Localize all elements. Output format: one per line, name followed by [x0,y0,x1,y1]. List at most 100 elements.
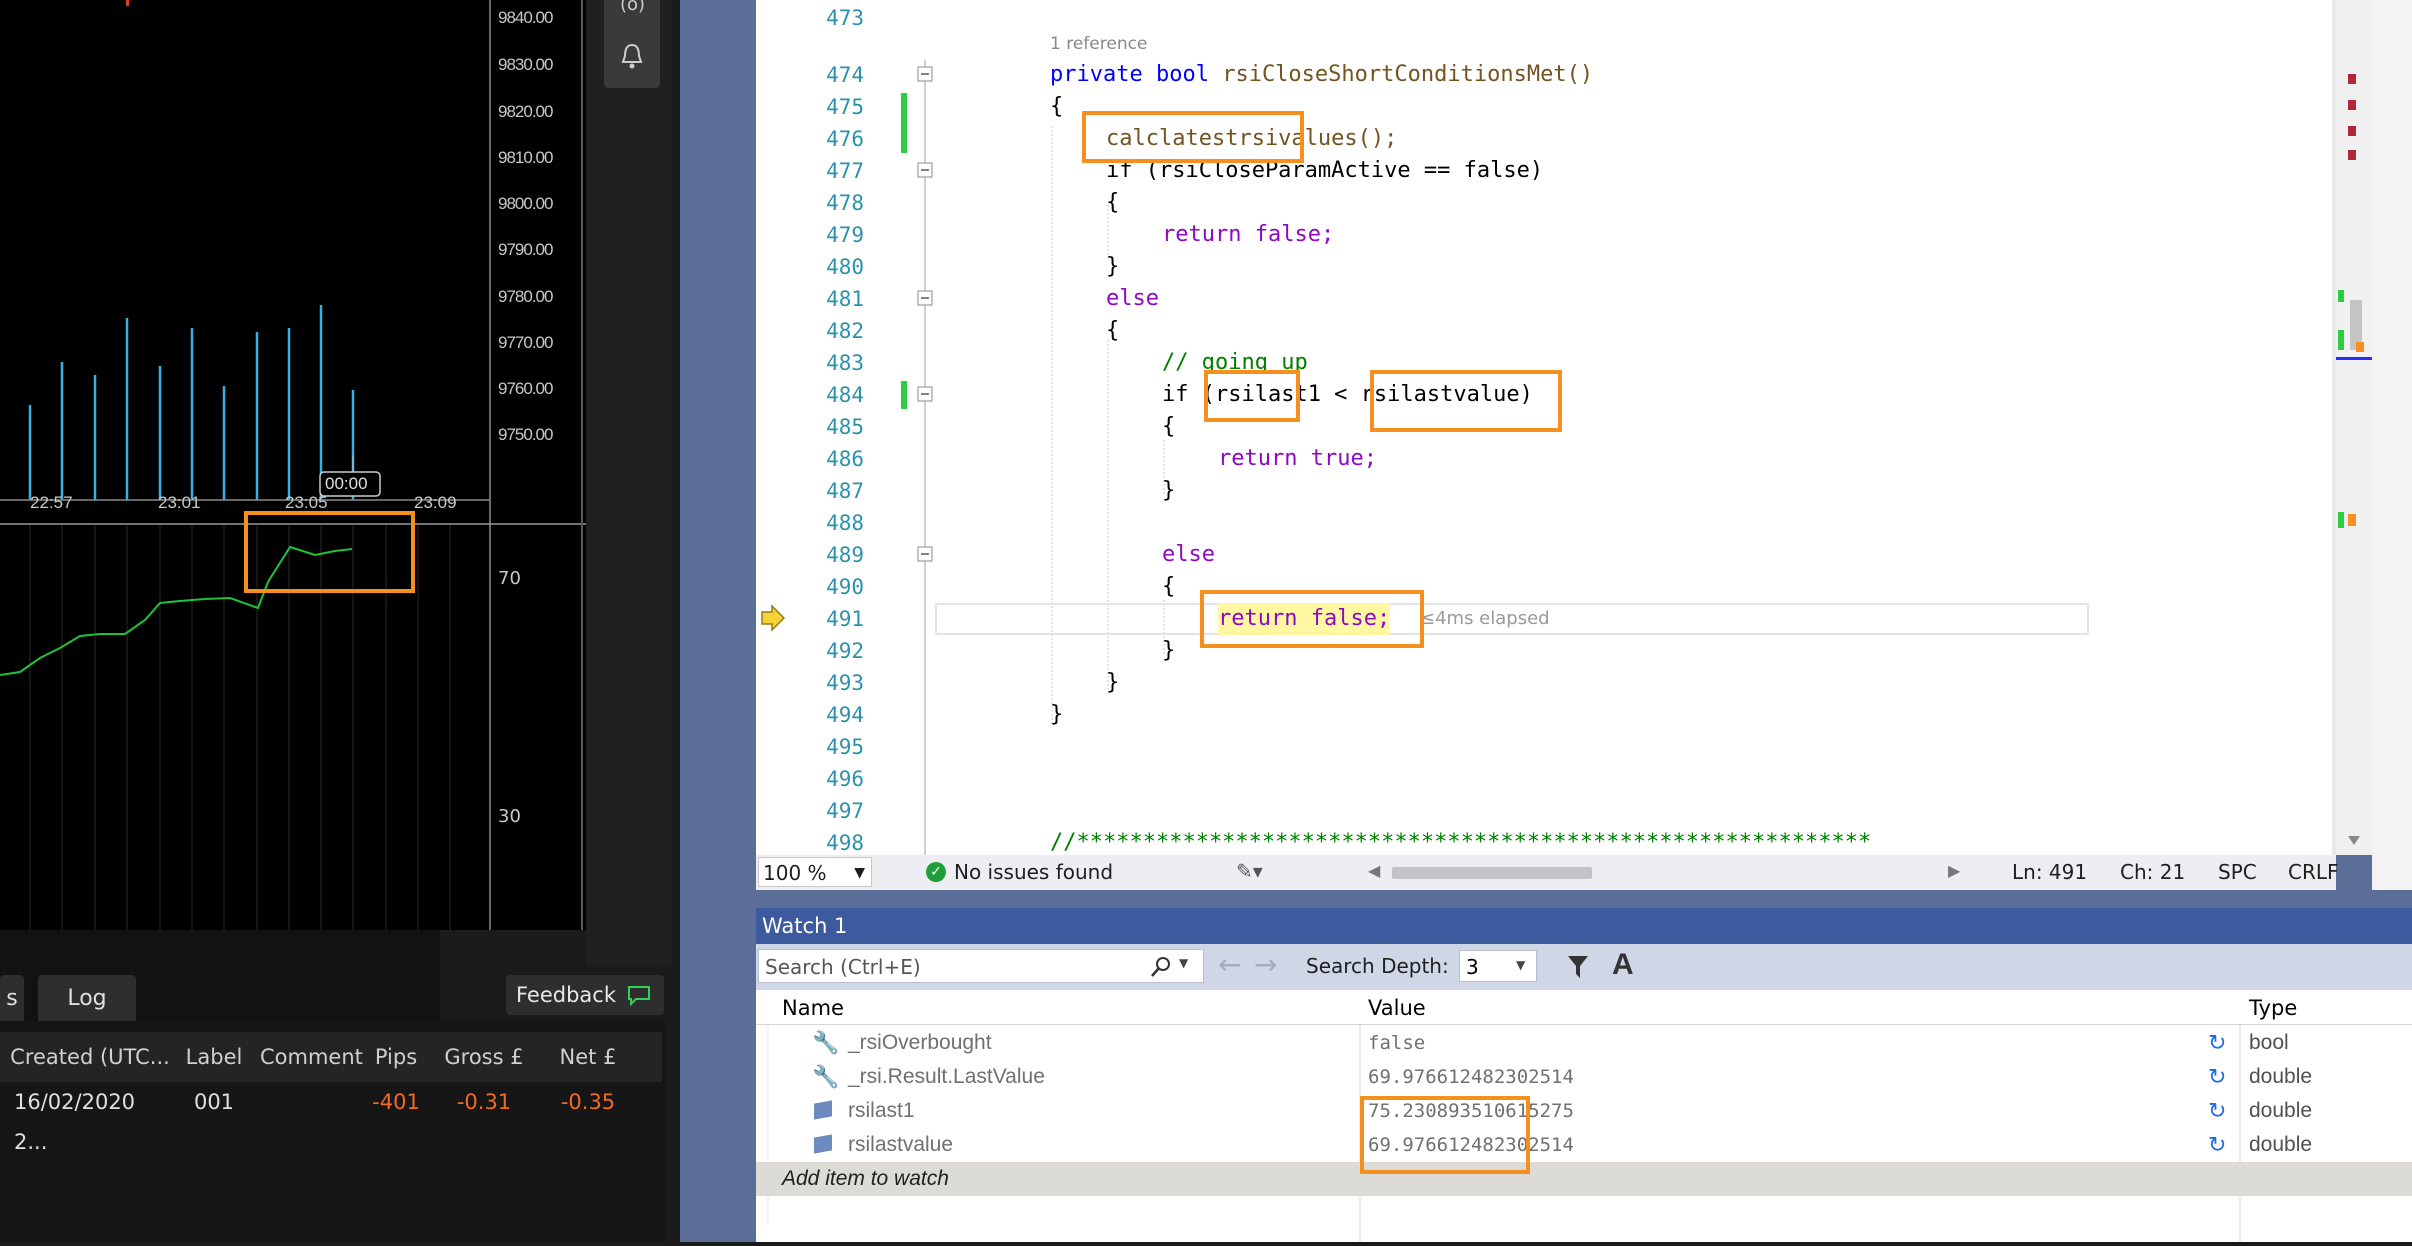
issues-status[interactable]: No issues found [954,860,1113,884]
highlight-calc-call [1082,111,1304,163]
watch-title-text: Watch 1 [762,914,848,938]
watch-toolbar: Search (Ctrl+E) ▼ ← → Search Depth: 3 ▼ … [756,944,2412,990]
highlight-rsilastvalue [1370,370,1562,432]
price-chart[interactable]: 9840.00 9830.00 9820.00 9810.00 9800.00 … [0,0,586,930]
code-line-479: return false; [1162,222,1335,247]
feedback-button[interactable]: Feedback [506,975,664,1015]
watch-row-type: double [2249,1065,2313,1088]
column-indicator: Ch: 21 [2120,860,2186,884]
watch-window-title[interactable]: Watch 1 [756,908,2412,944]
price-tick: 9810.00 [498,148,553,167]
whitespace-indicator[interactable]: SPC [2218,860,2257,884]
search-icon[interactable] [1149,955,1173,979]
scroll-overview[interactable] [2336,0,2372,855]
column-header[interactable]: Pips [366,1032,426,1082]
codelens-references[interactable]: 1 reference [1050,34,1147,54]
settings-icon[interactable]: (o) [620,0,645,15]
watch-header: Name Value Type [756,992,2412,1025]
refresh-icon[interactable]: ↻ [2208,1032,2230,1054]
search-placeholder: Search (Ctrl+E) [765,955,921,979]
scroll-right-icon[interactable]: ▶ [1948,861,1960,880]
comment-cell [260,1082,358,1122]
solution-panel-edge [2372,0,2412,890]
search-depth-dropdown[interactable]: 3 ▼ [1459,950,1537,982]
wrench-icon: 🔧 [812,1064,840,1089]
font-icon[interactable]: A [1612,948,1634,982]
gross-cell: -0.31 [456,1090,512,1114]
field-icon [814,1100,832,1120]
time-tick: 23:05 [285,493,328,512]
editor-status-bar: 100 % ▼ ✓ No issues found ✎▾ ◀ ▶ Ln: 491… [756,855,2339,890]
method-signature: rsiCloseShortConditionsMet() [1222,62,1594,87]
filter-icon[interactable] [1566,954,1590,980]
watch-row-value[interactable]: false [1368,1026,1425,1060]
column-header-name[interactable]: Name [782,992,844,1024]
watch-row[interactable]: 🔧 _rsiOverbought false ↻ bool [756,1026,2412,1060]
horizontal-scrollbar-thumb[interactable] [1392,867,1592,879]
price-tick: 9800.00 [498,194,553,213]
watch-row-name: _rsi.Result.LastValue [848,1065,1045,1088]
chevron-down-icon[interactable]: ▼ [1179,956,1188,970]
column-header[interactable]: Net £ [540,1032,636,1082]
pips-cell: -401 [372,1090,420,1114]
highlight-rsilast1 [1204,370,1300,422]
refresh-icon[interactable]: ↻ [2208,1100,2230,1122]
code-line-492: } [1162,638,1176,663]
code-line-494: } [1050,702,1064,727]
forward-arrow-icon[interactable]: → [1254,948,1277,981]
price-tick: 9790.00 [498,240,553,259]
column-header[interactable]: Comment [260,1032,363,1082]
tab-log[interactable]: Log [38,975,136,1021]
code-line-480: } [1106,254,1120,279]
table-row[interactable]: 16/02/2020 2... 001 -401 -0.31 -0.35 [0,1082,662,1154]
search-input[interactable]: Search (Ctrl+E) ▼ [758,949,1204,983]
chart-canvas [0,0,586,930]
watch-row-name: rsilast1 [848,1099,915,1122]
bell-icon[interactable] [620,42,644,70]
price-tick: 9820.00 [498,102,553,121]
rsi-tick: 70 [498,568,521,589]
perf-tip: ≤4ms elapsed [1420,608,1550,629]
refresh-icon[interactable]: ↻ [2208,1134,2230,1156]
chart-side-toolbar: (o) [586,0,672,965]
column-header[interactable]: Gross £ [436,1032,532,1082]
add-watch-row[interactable]: Add item to watch [756,1162,2412,1196]
watch-row-type: bool [2249,1031,2289,1054]
scroll-left-icon[interactable]: ◀ [1368,861,1380,880]
back-arrow-icon[interactable]: ← [1218,948,1241,981]
line-indicator: Ln: 491 [2012,860,2088,884]
overview-markers [2336,74,2372,845]
line-ending-indicator[interactable]: CRLF [2288,860,2339,884]
tab-positions[interactable]: s [0,975,24,1021]
code-line-490: { [1162,574,1176,599]
watch-row-value[interactable]: 69.976612482302514 [1368,1060,1574,1094]
search-depth-value: 3 [1466,955,1479,979]
zoom-value: 100 % [763,861,827,885]
code-line-487: } [1162,478,1176,503]
field-icon [814,1134,832,1154]
watch-row[interactable]: rsilastvalue 69.976612482302514 ↻ double [756,1128,2412,1162]
net-cell: -0.35 [560,1090,616,1114]
refresh-icon[interactable]: ↻ [2208,1066,2230,1088]
created-cell: 16/02/2020 2... [14,1090,136,1154]
watch-row-name: _rsiOverbought [848,1031,992,1054]
time-tick: 23:09 [414,493,457,512]
column-header[interactable]: Label [180,1032,248,1082]
watch-row[interactable]: 🔧 _rsi.Result.LastValue 69.9766124823025… [756,1060,2412,1094]
column-header-value[interactable]: Value [1368,992,1426,1024]
column-header[interactable]: Created (UTC... [10,1032,170,1082]
label-cell: 001 [193,1090,235,1114]
highlight-watch-values [1360,1096,1530,1174]
code-line-486: return true; [1218,446,1377,471]
code-line-493: } [1106,670,1120,695]
zoom-dropdown[interactable]: 100 % ▼ [758,857,872,887]
price-tick: 9840.00 [498,8,553,27]
rsi-tick: 30 [498,806,521,827]
search-depth-label: Search Depth: [1306,954,1449,978]
brush-icon[interactable]: ✎▾ [1236,859,1263,883]
positions-table-header: Created (UTC... Label Comment Pips Gross… [0,1032,662,1082]
column-header-type[interactable]: Type [2249,992,2297,1024]
code-line-489: else [1162,542,1215,567]
watch-row[interactable]: rsilast1 75.230893510615275 ↻ double [756,1094,2412,1128]
code-editor[interactable]: 473 474 475 476 477 478 479 480 481 482 … [756,0,2336,855]
